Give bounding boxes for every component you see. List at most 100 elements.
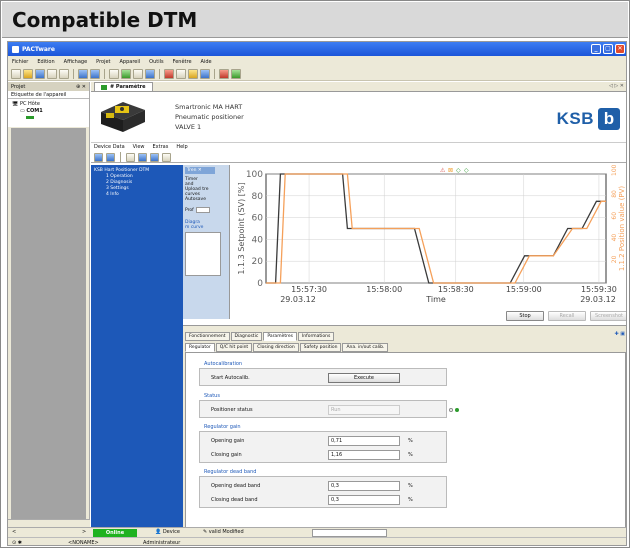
save-icon[interactable]: [35, 68, 45, 79]
tab-controls[interactable]: ◁ ▷ ✕: [609, 83, 624, 89]
tab-closing-direction[interactable]: Closing direction: [253, 343, 299, 352]
status-led-off: [449, 408, 453, 412]
open-icon[interactable]: [23, 68, 33, 79]
status-indicator-icon: ◇: [456, 167, 461, 174]
upload-icon[interactable]: [109, 68, 119, 79]
write-icon[interactable]: [106, 152, 115, 162]
tab-trend[interactable]: Tren ✕: [185, 167, 215, 174]
device-menu-item[interactable]: View: [133, 144, 145, 150]
device-title: Smartronic MA HART Pneumatic positioner …: [175, 102, 244, 132]
right-tick-label: 60: [611, 212, 618, 220]
new-icon[interactable]: [11, 68, 21, 79]
modified-status: ✎ valid Modified: [203, 529, 244, 535]
menu-item[interactable]: Appareil: [120, 59, 141, 65]
minimize-button[interactable]: _: [591, 44, 601, 54]
tab-informations[interactable]: Informations: [297, 332, 335, 341]
horizontal-scrollbar[interactable]: [8, 519, 90, 527]
execute-button[interactable]: Execute: [328, 373, 400, 383]
download-icon[interactable]: [121, 68, 131, 79]
nav-right-icon[interactable]: >: [82, 529, 86, 535]
view-icon[interactable]: [126, 152, 135, 162]
cascade-icon[interactable]: [231, 68, 241, 79]
menu-item[interactable]: Outils: [149, 59, 163, 65]
print-icon[interactable]: [47, 68, 57, 79]
connect-icon[interactable]: [78, 68, 88, 79]
menu-item[interactable]: Edition: [37, 59, 54, 65]
y-axis-label-right: 1.1.2 Position value (PV): [618, 186, 626, 272]
device-tag: VALVE 1: [175, 123, 202, 131]
nav-tree-item[interactable]: 4 Info: [94, 192, 180, 198]
trend-chart: 0 20 40 60 80 100 20 40 60 80 100 15:57:30 15:58:00 1…: [230, 165, 626, 309]
status-row: Positioner status Run: [200, 404, 459, 416]
device-menu-item[interactable]: Help: [176, 144, 187, 150]
diagram-list[interactable]: [185, 232, 221, 276]
compare-icon[interactable]: [133, 68, 143, 79]
parameter-icon[interactable]: [145, 68, 155, 79]
project-panel-header: Projet ⊕ ✕: [8, 82, 89, 91]
document-tabstrip: # Paramètre ◁ ▷ ✕: [91, 82, 626, 92]
menu-item[interactable]: Fenêtre: [173, 59, 192, 65]
tab-qc-hit-point[interactable]: Q/C hit point: [215, 343, 253, 352]
tab-parametres[interactable]: Paramètres: [263, 332, 297, 341]
recall-button[interactable]: Recall: [548, 311, 586, 321]
device-menu-item[interactable]: Extras: [153, 144, 169, 150]
tab-parametre[interactable]: # Paramètre: [94, 82, 153, 91]
tab-regulator[interactable]: Regulator: [185, 343, 215, 352]
pin-icon[interactable]: ✚ ▣: [614, 331, 625, 337]
stop-button[interactable]: Stop: [506, 311, 544, 321]
measure-icon[interactable]: [164, 68, 174, 79]
catalog-icon[interactable]: [200, 68, 210, 79]
tree-item-com1[interactable]: ▭ COM1: [12, 108, 85, 115]
maximize-button[interactable]: ▢: [603, 44, 613, 54]
panel-controls[interactable]: ⊕ ✕: [76, 84, 86, 90]
prof-row: Prof: [185, 207, 227, 213]
help-icon[interactable]: [162, 152, 171, 162]
closing-deadband-row: Closing dead band 0,3 %: [200, 494, 446, 506]
close-button[interactable]: ✕: [615, 44, 625, 54]
menu-item[interactable]: Aide: [201, 59, 212, 65]
project-panel-empty: [11, 128, 86, 526]
opening-gain-label: Opening gain: [211, 438, 245, 444]
read-icon[interactable]: [94, 152, 103, 162]
menu-item[interactable]: Projet: [96, 59, 110, 65]
layout-icon[interactable]: [138, 152, 147, 162]
tab-safety-position[interactable]: Safety position: [299, 343, 342, 352]
project-tree: 🖥 PC Hôte ▭ COM1: [8, 99, 89, 127]
logo-text: KSB: [556, 109, 594, 128]
positioner-status-field: Run: [328, 405, 400, 415]
opening-deadband-label: Opening dead band: [211, 483, 261, 489]
diagnosis-icon[interactable]: [188, 68, 198, 79]
closing-gain-input[interactable]: 1,16: [328, 450, 400, 460]
project-panel-title: Projet: [11, 83, 26, 90]
prof-select[interactable]: [195, 207, 210, 213]
device-status-label: Device: [162, 529, 180, 535]
simulate-icon[interactable]: [176, 68, 186, 79]
progress-field: [312, 529, 387, 537]
closing-deadband-input[interactable]: 0,3: [328, 495, 400, 505]
menu-item[interactable]: Fichier: [12, 59, 28, 65]
disconnect-icon[interactable]: [90, 68, 100, 79]
opening-gain-input[interactable]: 0,71: [328, 436, 400, 446]
device-menu-item[interactable]: Device Data: [94, 144, 125, 150]
closing-gain-label: Closing gain: [211, 452, 242, 458]
pactware-window: PACTware _ ▢ ✕ Fichier Edition Affichage Pr…: [7, 41, 627, 546]
x-tick-label: 15:59:30: [581, 285, 617, 294]
status-indicator-icon: ⊠: [448, 167, 453, 174]
section-title-deadband: Regulator dead band: [204, 469, 257, 475]
trend-control-panel: Tren ✕ Timer and Upload tre curves Autos…: [183, 165, 230, 319]
banner-title: Compatible DTM: [12, 7, 198, 32]
tree-item-label: COM1: [26, 108, 43, 114]
tree-item-device[interactable]: [12, 115, 85, 122]
x-tick-label: 15:58:30: [438, 285, 474, 294]
screenshot-button[interactable]: Screenshot: [590, 311, 626, 321]
tile-icon[interactable]: [219, 68, 229, 79]
grid-icon[interactable]: [150, 152, 159, 162]
tab-diagnostic[interactable]: Diagnostic: [230, 332, 263, 341]
nav-left-icon[interactable]: <: [12, 529, 16, 535]
tree-item-host[interactable]: 🖥 PC Hôte: [12, 101, 85, 108]
tab-ana-calib[interactable]: Ana. in/out calib.: [342, 343, 389, 352]
opening-deadband-input[interactable]: 0,3: [328, 481, 400, 491]
menu-item[interactable]: Affichage: [64, 59, 88, 65]
tab-fonctionnement[interactable]: Fonctionnement: [185, 332, 230, 341]
search-icon[interactable]: [59, 68, 69, 79]
